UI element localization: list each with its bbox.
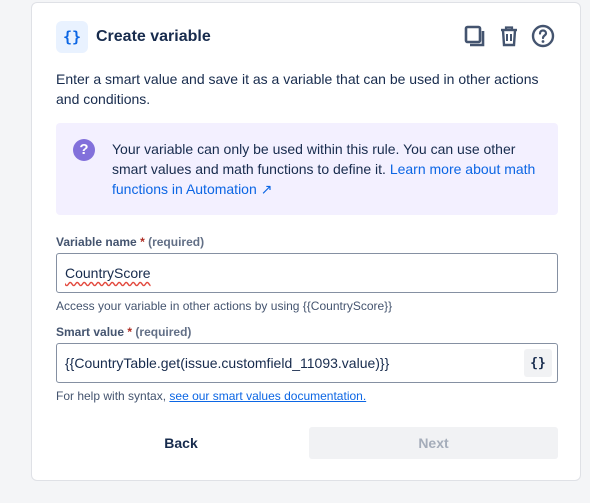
required-text: (required) [135, 325, 192, 339]
copy-icon[interactable] [462, 23, 488, 49]
braces-icon: {} [56, 21, 88, 53]
variable-name-help: Access your variable in other actions by… [56, 299, 393, 313]
variable-name-input[interactable]: CountryScore [56, 253, 558, 293]
insert-smart-value-button[interactable]: {} [524, 349, 552, 377]
back-button[interactable]: Back [56, 427, 306, 459]
smart-value-help-text: For help with syntax, [56, 389, 170, 403]
question-icon: ? [73, 139, 95, 161]
info-banner: ? Your variable can only be used within … [56, 123, 558, 215]
panel-description: Enter a smart value and save it as a var… [56, 71, 539, 107]
next-button[interactable]: Next [309, 427, 558, 459]
smart-value-label: Smart value * (required) [56, 325, 191, 339]
trash-icon[interactable] [496, 23, 522, 49]
smart-value-value: {{CountryTable.get(issue.customfield_110… [65, 355, 390, 371]
panel-title: Create variable [96, 28, 211, 45]
smart-values-docs-link[interactable]: see our smart values documentation. [169, 389, 366, 403]
smart-value-label-text: Smart value [56, 325, 125, 339]
variable-name-value: CountryScore [65, 265, 151, 281]
required-asterisk: * [140, 235, 145, 249]
variable-name-label-text: Variable name [56, 235, 137, 249]
required-asterisk: * [127, 325, 133, 339]
required-text: (required) [148, 235, 205, 249]
help-icon[interactable] [530, 23, 556, 49]
header-actions [462, 23, 556, 49]
panel-header: {} Create variable [56, 21, 556, 55]
smart-value-input[interactable]: {{CountryTable.get(issue.customfield_110… [56, 343, 558, 383]
create-variable-panel: {} Create variable Enter a smart value a… [31, 2, 581, 481]
variable-name-label: Variable name * (required) [56, 235, 204, 249]
smart-value-help: For help with syntax, see our smart valu… [56, 389, 366, 403]
